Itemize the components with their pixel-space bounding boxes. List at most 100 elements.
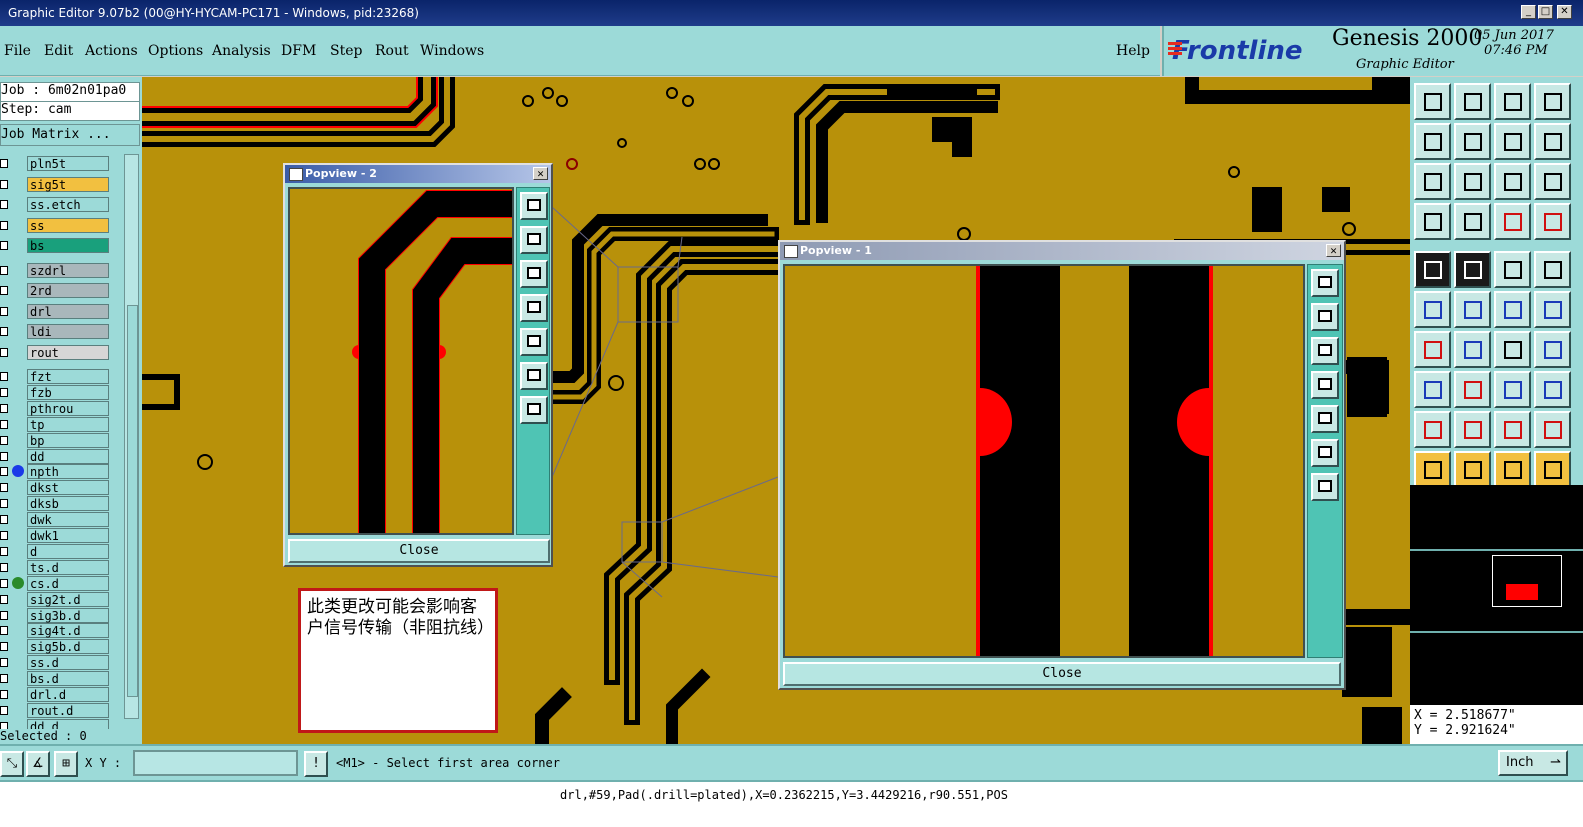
layer-row[interactable]: drl.d bbox=[0, 687, 126, 702]
popview-2-close-button[interactable]: Close bbox=[288, 539, 550, 563]
layer-row[interactable]: rout bbox=[0, 344, 126, 360]
cursor-box-icon[interactable] bbox=[1494, 451, 1531, 488]
measure-icon[interactable]: ∡ bbox=[26, 751, 50, 777]
move-left-icon[interactable] bbox=[1414, 123, 1451, 160]
popview-2-zoom-fit-icon[interactable] bbox=[520, 362, 548, 390]
copy-icon[interactable] bbox=[1414, 371, 1451, 408]
layer-row[interactable]: bp bbox=[0, 432, 126, 448]
layer-name[interactable]: bp bbox=[27, 432, 109, 448]
layer-name[interactable]: rout.d bbox=[27, 702, 109, 718]
layer-checkbox[interactable] bbox=[0, 658, 8, 668]
layer-checkbox[interactable] bbox=[0, 387, 8, 397]
record-icon[interactable] bbox=[1534, 251, 1571, 288]
menu-file[interactable]: File bbox=[4, 43, 31, 59]
layer-checkbox[interactable] bbox=[0, 286, 8, 295]
layer-name[interactable]: d bbox=[27, 543, 109, 559]
layer-row[interactable]: szdrl bbox=[0, 262, 126, 278]
layer-row[interactable]: bs.d bbox=[0, 671, 126, 687]
popview-1-close-x[interactable]: ✕ bbox=[1326, 244, 1341, 257]
triangle2-icon[interactable] bbox=[1454, 411, 1491, 448]
layer-row[interactable]: fzt bbox=[0, 369, 126, 384]
layer-checkbox[interactable] bbox=[0, 159, 8, 168]
layer-row[interactable]: dwk1 bbox=[0, 528, 126, 543]
popview-2-zoom-icon[interactable] bbox=[520, 192, 548, 220]
layer-name[interactable]: pthrou bbox=[27, 400, 109, 416]
pad-icon[interactable] bbox=[1414, 251, 1451, 288]
move-icon[interactable] bbox=[1494, 371, 1531, 408]
popview-2-close-x[interactable]: ✕ bbox=[533, 167, 548, 180]
layer-row[interactable]: 2rd bbox=[0, 283, 126, 298]
popview-2-zoom-out-icon[interactable] bbox=[520, 396, 548, 424]
snap-grid-icon[interactable] bbox=[1534, 123, 1571, 160]
layer-row[interactable]: pthrou bbox=[0, 400, 126, 416]
layer-checkbox[interactable] bbox=[0, 531, 8, 540]
layer-name[interactable]: pln5t bbox=[27, 156, 109, 171]
menu-help[interactable]: Help bbox=[1116, 43, 1150, 59]
layer-row[interactable]: ts.d bbox=[0, 559, 126, 575]
layer-checkbox[interactable] bbox=[0, 546, 8, 556]
layer-name[interactable]: dkst bbox=[27, 480, 109, 496]
layer-row[interactable]: cs.d bbox=[0, 575, 126, 591]
popview-2-viewport[interactable] bbox=[288, 187, 514, 535]
layer-row[interactable]: dkst bbox=[0, 480, 126, 496]
layer-row[interactable]: ss.d bbox=[0, 655, 126, 671]
layer-row[interactable]: sig3b.d bbox=[0, 607, 126, 623]
triangle-icon[interactable] bbox=[1414, 411, 1451, 448]
layer-checkbox[interactable] bbox=[0, 674, 8, 684]
layer-name[interactable]: sig5t bbox=[27, 176, 109, 192]
arc-icon[interactable] bbox=[1494, 331, 1531, 368]
snap-icon[interactable]: ⤡ bbox=[0, 751, 24, 777]
layer-name[interactable]: dksb bbox=[27, 496, 109, 512]
grid-icon[interactable]: ⊞ bbox=[54, 751, 78, 777]
menu-windows[interactable]: Windows bbox=[420, 43, 484, 59]
layer-checkbox[interactable] bbox=[0, 594, 8, 604]
layer-name[interactable]: ldi bbox=[27, 324, 109, 339]
layer-checkbox[interactable] bbox=[0, 372, 8, 381]
layer-checkbox[interactable] bbox=[0, 642, 8, 652]
save-icon[interactable] bbox=[1454, 83, 1491, 120]
home-icon[interactable] bbox=[1414, 83, 1451, 120]
layer-name[interactable]: dd bbox=[27, 448, 109, 464]
layer-list-scrollbar[interactable] bbox=[124, 154, 139, 719]
layer-row[interactable]: dwk bbox=[0, 512, 126, 528]
layer-checkbox[interactable] bbox=[0, 499, 8, 509]
layer-checkbox[interactable] bbox=[0, 200, 8, 209]
popview-1-pan-right-icon[interactable] bbox=[1311, 405, 1339, 433]
popview-1-pan-left-icon[interactable] bbox=[1311, 371, 1339, 399]
point2-icon[interactable] bbox=[1534, 291, 1571, 328]
layer-checkbox[interactable] bbox=[0, 179, 8, 189]
layer-name[interactable]: ss.etch bbox=[27, 197, 109, 212]
probe-icon[interactable] bbox=[1454, 203, 1491, 240]
popview-1-pan-up-icon[interactable] bbox=[1311, 303, 1339, 331]
unit-selector[interactable]: Inch ⇀ bbox=[1498, 750, 1568, 776]
menu-dfm[interactable]: DFM bbox=[281, 43, 316, 59]
layer-name[interactable]: dwk bbox=[27, 512, 109, 528]
layer-name[interactable]: drl.d bbox=[27, 687, 109, 702]
layer-name[interactable]: sig2t.d bbox=[27, 591, 109, 607]
cross-icon[interactable] bbox=[1454, 291, 1491, 328]
layer-row[interactable]: rout.d bbox=[0, 702, 126, 718]
layer-name[interactable]: tp bbox=[27, 416, 109, 432]
minimize-button[interactable]: _ bbox=[1521, 5, 1536, 19]
layer-row[interactable]: ss.etch bbox=[0, 197, 126, 212]
split-icon[interactable] bbox=[1494, 123, 1531, 160]
layer-row[interactable]: tp bbox=[0, 416, 126, 432]
layer-name[interactable]: bs bbox=[27, 238, 109, 253]
layer-name[interactable]: szdrl bbox=[27, 262, 109, 278]
popview-1-close-button[interactable]: Close bbox=[783, 662, 1341, 686]
popview-2-pan-right-icon[interactable] bbox=[520, 328, 548, 356]
point-icon[interactable] bbox=[1494, 291, 1531, 328]
popview-1-viewport[interactable] bbox=[783, 264, 1305, 658]
layer-checkbox[interactable] bbox=[0, 562, 8, 572]
cursor-red-icon[interactable] bbox=[1454, 451, 1491, 488]
popview-1-zoom-icon[interactable] bbox=[1311, 269, 1339, 297]
layer-name[interactable]: ss.d bbox=[27, 655, 109, 671]
layer-checkbox[interactable] bbox=[0, 265, 8, 275]
popview-2-title[interactable]: Popview - 2 bbox=[285, 165, 551, 183]
layer-row[interactable]: drl bbox=[0, 303, 126, 319]
layer-row[interactable]: bs bbox=[0, 238, 126, 253]
popview-1-pan-down-icon[interactable] bbox=[1311, 337, 1339, 365]
measure-blue-icon[interactable] bbox=[1534, 203, 1571, 240]
layer-name[interactable]: fzb bbox=[27, 384, 109, 400]
move-right-icon[interactable] bbox=[1454, 123, 1491, 160]
